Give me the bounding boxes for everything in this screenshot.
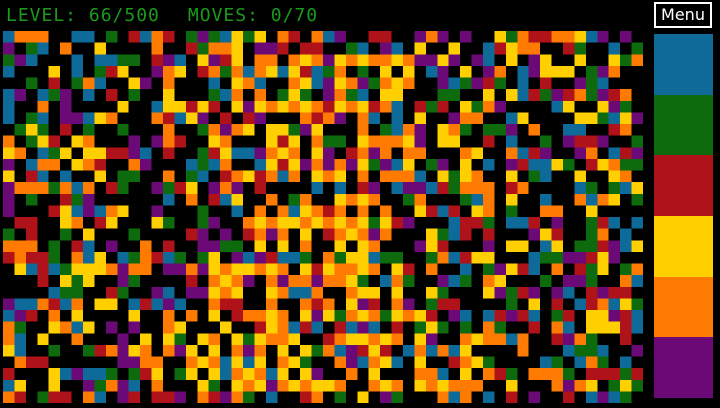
palette-swatch-yellow[interactable] — [654, 216, 713, 277]
palette-swatch-orange[interactable] — [654, 276, 713, 338]
palette-swatch-purple[interactable] — [654, 337, 713, 399]
palette-swatch-red[interactable] — [654, 155, 713, 217]
pixel-grid[interactable] — [3, 31, 643, 403]
level-counter: LEVEL: 66/500 — [6, 5, 160, 26]
palette-swatch-green[interactable] — [654, 94, 713, 156]
palette-swatch-blue[interactable] — [654, 34, 713, 95]
menu-button[interactable]: Menu — [654, 2, 712, 28]
hud: LEVEL: 66/500 MOVES: 0/70 — [6, 6, 318, 26]
color-palette — [654, 34, 713, 399]
game-board[interactable] — [3, 31, 643, 403]
moves-counter: MOVES: 0/70 — [187, 5, 319, 26]
